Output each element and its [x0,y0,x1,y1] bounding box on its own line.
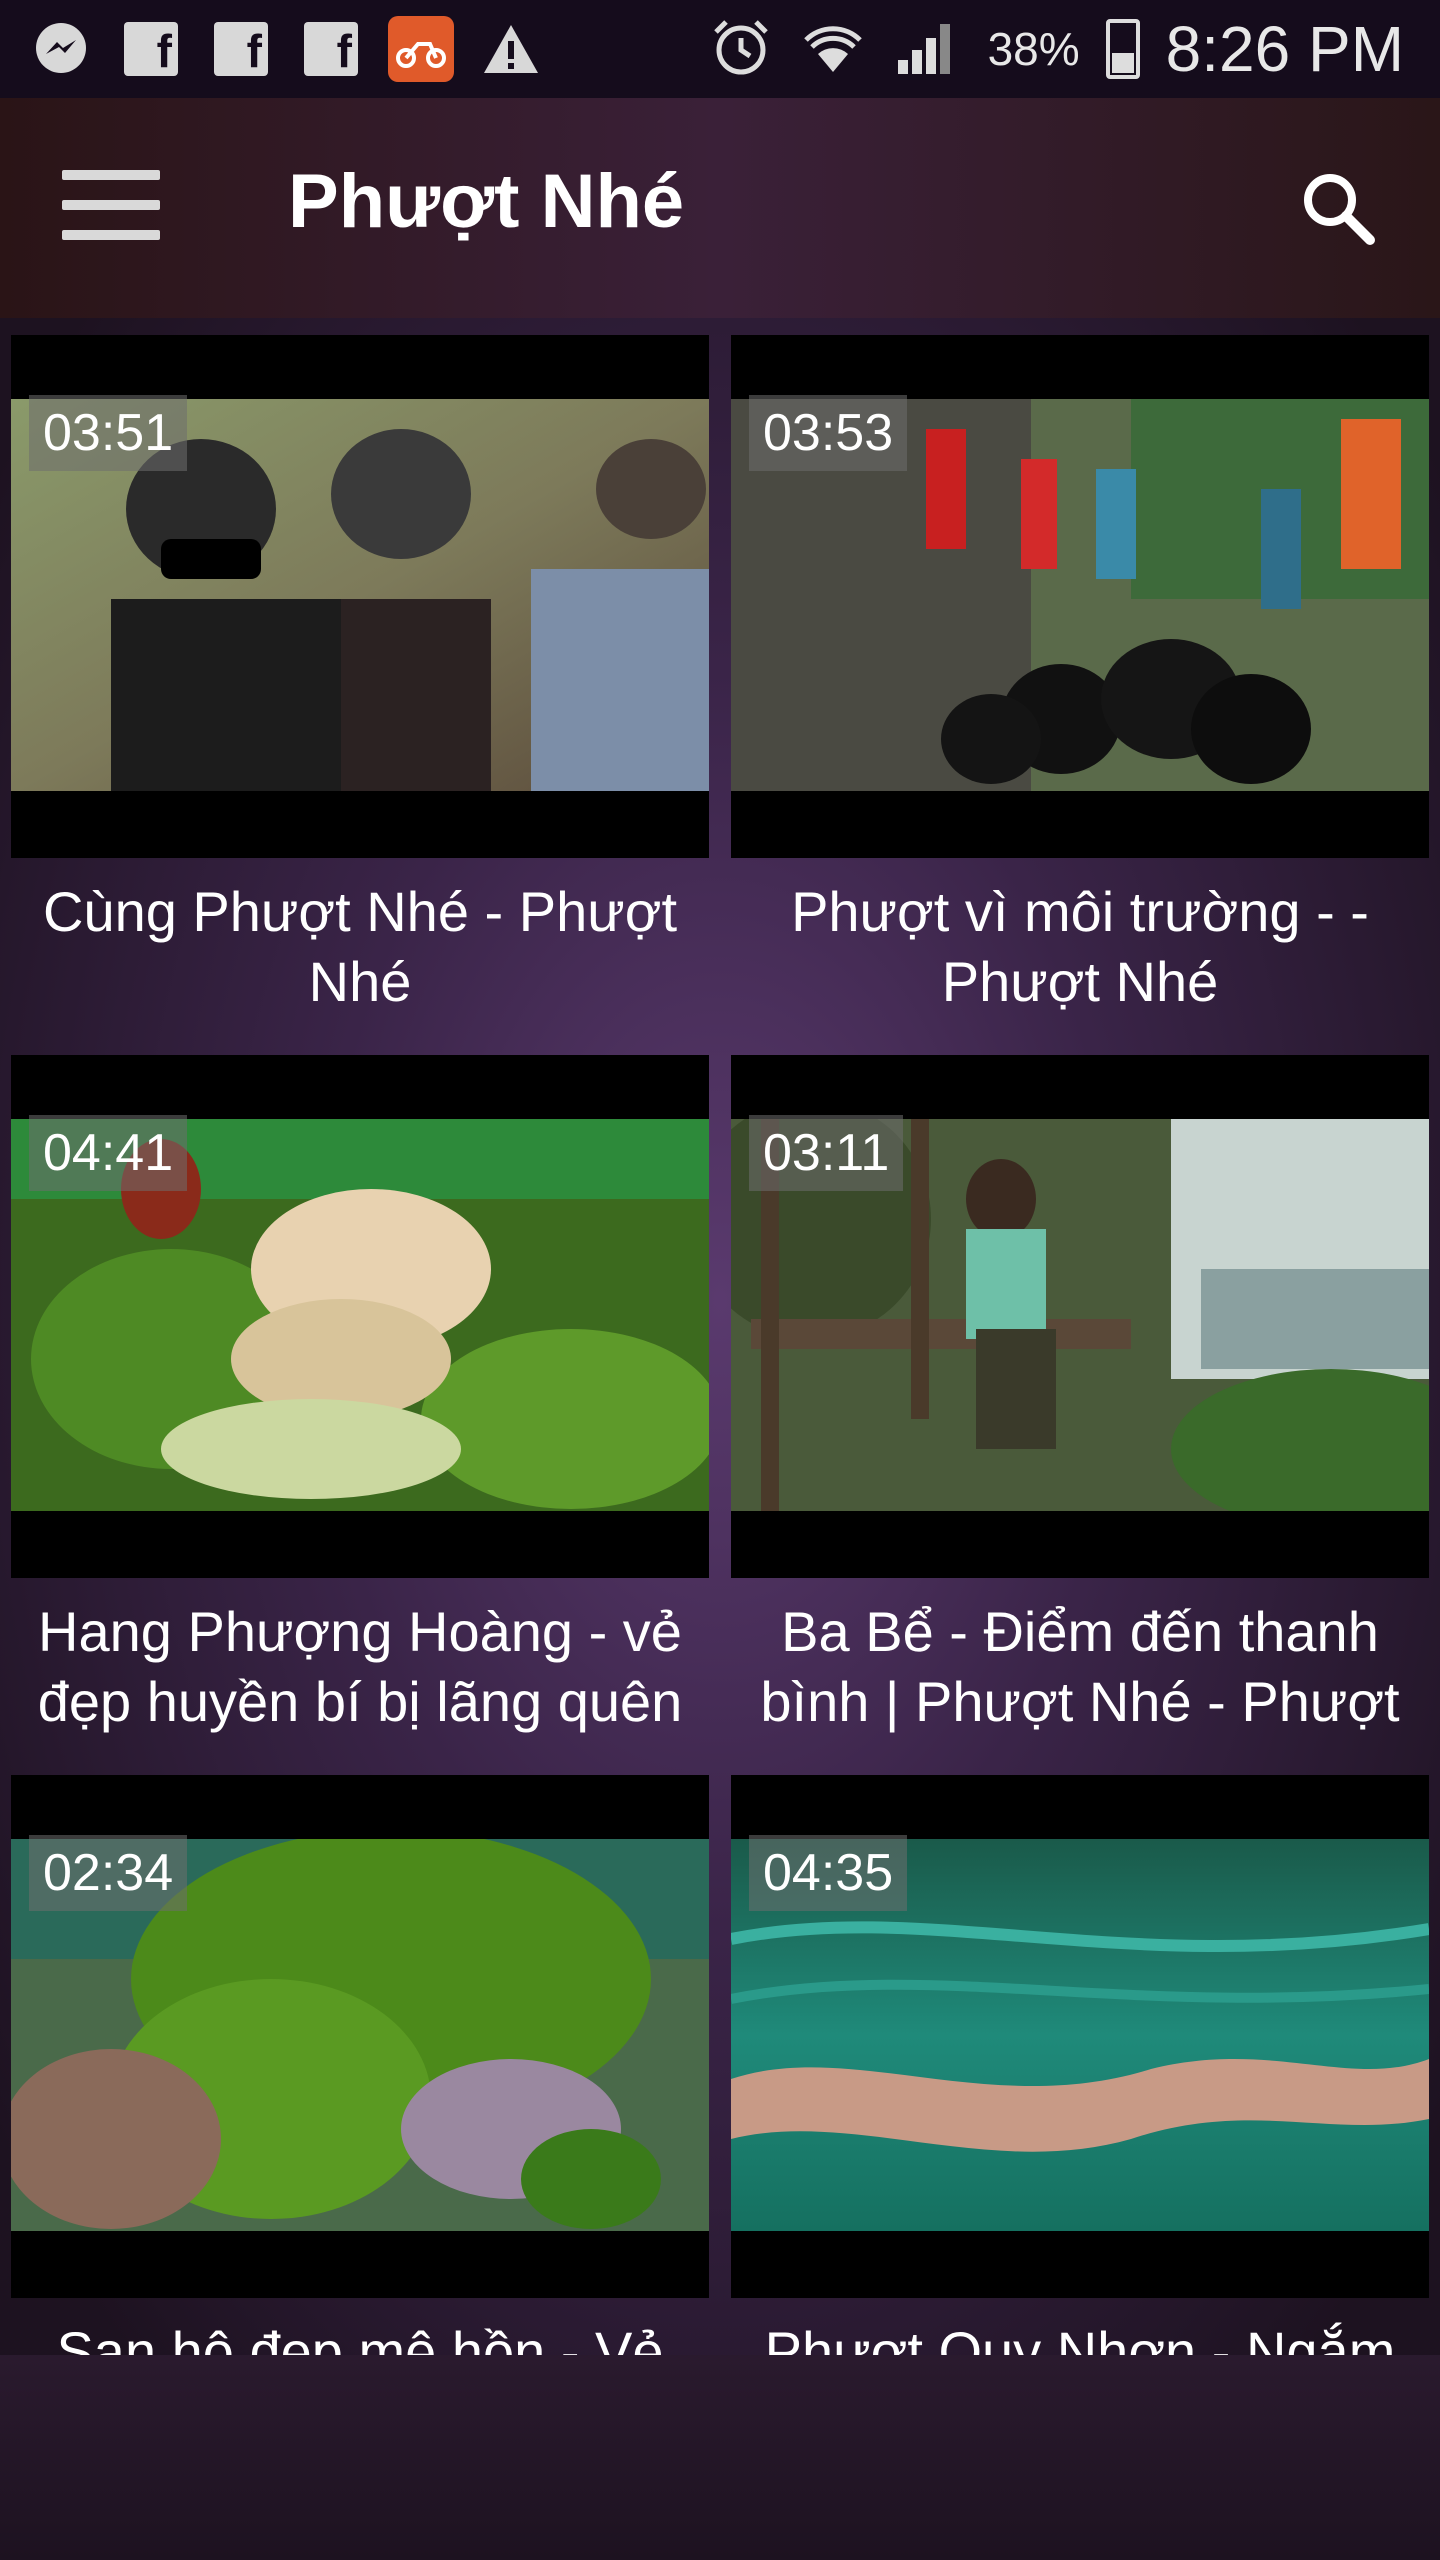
video-thumbnail[interactable]: 04:35 [731,1775,1429,2298]
video-title[interactable]: San hô đẹp mê hồn - Vẻ [11,2317,709,2355]
video-thumbnail[interactable]: 04:41 [11,1055,709,1578]
app-bar: Phượt Nhé [0,98,1440,318]
video-card[interactable]: 03:53 Phượt vì môi trường - - Phượt Nhé [731,335,1429,1055]
duration-badge: 04:35 [749,1835,908,1911]
battery-percent: 38% [987,23,1080,75]
video-thumbnail[interactable]: 03:51 [11,335,709,858]
moto-app-icon [388,16,454,82]
bottom-area [0,2355,1440,2560]
video-card[interactable]: 03:51 Cùng Phượt Nhé - Phượt Nhé [11,335,709,1055]
messenger-icon [30,18,92,80]
wifi-icon [798,16,868,83]
video-card[interactable]: 03:11 Ba Bể - Điểm đến thanh bình | Phượ… [731,1055,1429,1775]
signal-icon [894,16,962,83]
search-icon[interactable] [1298,168,1378,248]
video-thumbnail[interactable]: 02:34 [11,1775,709,2298]
video-card[interactable]: 04:35 Phượt Quy Nhơn - Ngắm [731,1775,1429,2355]
hamburger-menu-icon[interactable] [62,170,160,240]
status-bar: f f f 38% 8:26 PM [0,0,1440,98]
facebook-icon: f [300,18,362,80]
video-card[interactable]: 02:34 San hô đẹp mê hồn - Vẻ [11,1775,709,2355]
facebook-icon: f [210,18,272,80]
page-title: Phượt Nhé [288,159,685,244]
system-icons: 38% 8:26 PM [710,0,1404,98]
duration-badge: 03:11 [749,1115,904,1191]
warning-icon [480,18,542,80]
alarm-icon [710,16,772,83]
video-title[interactable]: Cùng Phượt Nhé - Phượt Nhé [11,877,709,1017]
video-grid: 03:51 Cùng Phượt Nhé - Phượt Nhé 03:53 P… [0,335,1440,2355]
video-thumbnail[interactable]: 03:11 [731,1055,1429,1578]
duration-badge: 03:53 [749,395,908,471]
duration-badge: 04:41 [29,1115,188,1191]
video-title[interactable]: Phượt Quy Nhơn - Ngắm [731,2317,1429,2355]
video-thumbnail[interactable]: 03:53 [731,335,1429,858]
video-card[interactable]: 04:41 Hang Phượng Hoàng - vẻ đẹp huyền b… [11,1055,709,1775]
duration-badge: 02:34 [29,1835,188,1911]
battery-icon [1105,19,1140,79]
video-title[interactable]: Ba Bể - Điểm đến thanh bình | Phượt Nhé … [731,1597,1429,1737]
duration-badge: 03:51 [29,395,188,471]
video-title[interactable]: Phượt vì môi trường - - Phượt Nhé [731,877,1429,1017]
video-title[interactable]: Hang Phượng Hoàng - vẻ đẹp huyền bí bị l… [11,1597,709,1737]
facebook-icon: f [120,18,182,80]
clock: 8:26 PM [1165,13,1404,85]
notification-icons: f f f [0,16,542,82]
